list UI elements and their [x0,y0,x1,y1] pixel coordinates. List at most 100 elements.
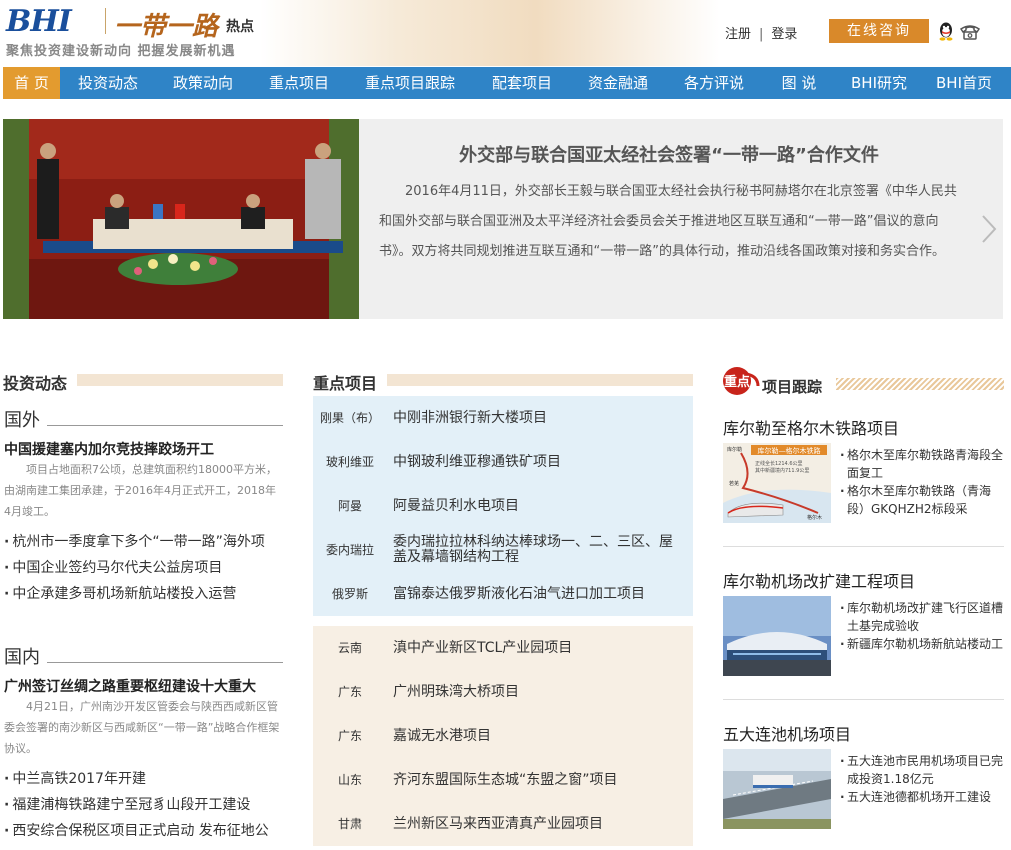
link-divider: | [759,27,764,42]
list-item[interactable]: 新疆库尔勒机场新航站楼动工 [840,635,1007,653]
nav-policy[interactable]: 政策动向 [164,67,242,99]
tracking-list: 五大连池市民用机场项目已完成投资1.18亿元 五大连池德都机场开工建设 [840,752,1007,806]
table-row[interactable]: 山东 齐河东盟国际生态城“东盟之窗”项目 [313,758,693,802]
domestic-news-list: 中兰高铁2017年开建 福建浦梅铁路建宁至冠豸山段开工建设 西安综合保税区项目正… [4,766,284,844]
domestic-lead-title[interactable]: 广州签订丝绸之路重要枢纽建设十大重大 [4,676,256,696]
project-region: 广东 [337,685,362,699]
airport-terminal-image[interactable] [723,596,831,676]
table-row[interactable]: 阿曼 阿曼益贝利水电项目 [313,484,693,528]
section-divider [723,546,1004,547]
list-item[interactable]: 西安综合保税区项目正式启动 发布征地公 [4,818,284,844]
nav-bhi-home[interactable]: BHI首页 [927,67,1001,99]
subheading-line [47,662,283,663]
table-row[interactable]: 甘肃 兰州新区马来西亚清真产业园项目 [313,802,693,846]
signing-ceremony-photo[interactable] [3,119,359,319]
airport-aerial-image[interactable] [723,749,831,829]
foreign-subheading: 国外 [4,410,40,431]
tracking-section-title[interactable]: 库尔勒至格尔木铁路项目 [723,415,899,439]
heading-bar [836,378,1004,390]
heading-bar [77,374,283,386]
project-name[interactable]: 齐河东盟国际生态城“东盟之窗”项目 [393,758,683,802]
project-region: 甘肃 [337,817,362,831]
investment-heading[interactable]: 投资动态 [3,370,67,394]
nav-bhi-research[interactable]: BHI研究 [843,67,915,99]
map-caption: 其中新疆境内711.9公里 [755,467,809,474]
map-caption: 正线全长1214.6公里 [755,460,803,467]
nav-home[interactable]: 首 页 [3,67,60,99]
project-region: 山东 [337,773,362,787]
project-name[interactable]: 嘉诚无水港项目 [393,714,683,758]
list-item[interactable]: 中企承建多哥机场新航站楼投入运营 [4,581,284,607]
projects-heading[interactable]: 重点项目 [313,370,377,394]
domestic-lead-desc: 4月21日，广州南沙开发区管委会与陕西西咸新区管委会签署的南沙新区与西咸新区“一… [4,700,280,755]
badge-text: 重点 [724,374,750,390]
project-region: 广东 [337,729,362,743]
site-header: BHI 一带一路 热点 聚焦投资建设新动向 把握发展新机遇 注册 | 登录 在线咨询 [0,0,1011,66]
nav-commentary[interactable]: 各方评说 [675,67,753,99]
nav-key-projects[interactable]: 重点项目 [260,67,338,99]
project-region: 玻利维亚 [325,455,374,469]
list-item[interactable]: 中兰高铁2017年开建 [4,766,284,792]
project-region: 阿曼 [337,499,362,513]
list-item[interactable]: 库尔勒机场改扩建飞行区道槽土基完成验收 [840,599,1007,635]
tracking-list: 格尔木至库尔勒铁路青海段全面复工 格尔木至库尔勒铁路（青海段）GKQHZH2标段… [840,446,1007,518]
account-links: 注册 | 登录 [725,23,797,42]
list-item[interactable]: 五大连池德都机场开工建设 [840,788,1007,806]
map-title: 库尔勒—格尔木铁路 [758,446,821,455]
nav-financing[interactable]: 资金融通 [579,67,657,99]
register-link[interactable]: 注册 [725,23,751,42]
list-item[interactable]: 福建浦梅铁路建宁至冠豸山段开工建设 [4,792,284,818]
investment-section-header: 投资动态 [3,370,283,393]
nav-supporting-projects[interactable]: 配套项目 [483,67,561,99]
list-item[interactable]: 中国企业签约马尔代夫公益房项目 [4,555,284,581]
projects-section-header: 重点项目 [313,370,693,393]
project-name[interactable]: 兰州新区马来西亚清真产业园项目 [393,802,683,846]
project-name[interactable]: 中钢玻利维亚穆通铁矿项目 [393,440,683,484]
chevron-right-icon[interactable] [979,213,999,245]
project-name[interactable]: 委内瑞拉拉林科纳达棒球场一、二、三区、屋盖及幕墙钢结构工程 [393,528,683,572]
bhi-logo[interactable]: BHI [6,4,72,39]
brand-suffix: 热点 [226,19,254,35]
domestic-subheading: 国内 [4,647,40,668]
phone-icon[interactable] [959,24,981,40]
table-row[interactable]: 玻利维亚 中钢玻利维亚穆通铁矿项目 [313,440,693,484]
section-divider [723,699,1004,700]
project-name[interactable]: 广州明珠湾大桥项目 [393,670,683,714]
map-place: 库尔勒 [727,446,742,453]
project-name[interactable]: 富锦泰达俄罗斯液化石油气进口加工项目 [393,572,683,616]
nav-project-tracking[interactable]: 重点项目跟踪 [355,67,465,99]
project-name[interactable]: 阿曼益贝利水电项目 [393,484,683,528]
table-row[interactable]: 刚果（布） 中刚非洲银行新大楼项目 [313,396,693,440]
list-item[interactable]: 杭州市一季度拿下多个“一带一路”海外项 [4,529,284,555]
table-row[interactable]: 俄罗斯 富锦泰达俄罗斯液化石油气进口加工项目 [313,572,693,616]
project-region: 俄罗斯 [331,587,368,601]
project-name[interactable]: 中刚非洲银行新大楼项目 [393,396,683,440]
foreign-lead-desc: 项目占地面积7公顷，总建筑面积约18000平方米，由湖南建工集团承建，于2016… [4,463,277,518]
project-name[interactable]: 滇中产业新区TCL产业园项目 [393,626,683,670]
login-link[interactable]: 登录 [771,23,797,42]
table-row[interactable]: 广东 嘉诚无水港项目 [313,714,693,758]
online-consult-button[interactable]: 在线咨询 [829,19,929,43]
list-item[interactable]: 格尔木至库尔勒铁路青海段全面复工 [840,446,1007,482]
brand-logo[interactable]: 一带一路 [114,6,218,43]
tracking-heading[interactable]: 项目跟踪 [762,376,822,397]
table-row[interactable]: 广东 广州明珠湾大桥项目 [313,670,693,714]
banner-title[interactable]: 外交部与联合国亚太经社会签署“一带一路”合作文件 [379,141,959,167]
tracking-section-title[interactable]: 五大连池机场项目 [723,721,851,745]
list-item[interactable]: 五大连池市民用机场项目已完成投资1.18亿元 [840,752,1007,788]
nav-investment[interactable]: 投资动态 [69,67,147,99]
qq-penguin-icon[interactable] [937,21,955,41]
table-row[interactable]: 委内瑞拉 委内瑞拉拉林科纳达棒球场一、二、三区、屋盖及幕墙钢结构工程 [313,528,693,572]
map-place: 若羌 [729,480,739,487]
railway-map-image[interactable]: 库尔勒—格尔木铁路 正线全长1214.6公里 其中新疆境内711.9公里 库尔勒… [723,443,831,523]
list-item[interactable]: 格尔木至库尔勒铁路（青海段）GKQHZH2标段采 [840,482,1007,518]
tracking-section-title[interactable]: 库尔勒机场改扩建工程项目 [723,568,915,592]
nav-pictures[interactable]: 图 说 [771,67,827,99]
headline-banner: 外交部与联合国亚太经社会签署“一带一路”合作文件 2016年4月11日，外交部长… [3,119,1003,319]
table-row[interactable]: 云南 滇中产业新区TCL产业园项目 [313,626,693,670]
banner-summary: 2016年4月11日，外交部长王毅与联合国亚太经社会执行秘书阿赫塔尔在北京签署《… [379,184,957,259]
foreign-lead-title[interactable]: 中国援建塞内加尔竞技摔跤场开工 [4,439,214,459]
subheading-line [47,425,283,426]
main-nav: 首 页 投资动态 政策动向 重点项目 重点项目跟踪 配套项目 资金融通 各方评说… [3,67,1011,99]
key-badge-icon: 重点 [723,367,760,395]
